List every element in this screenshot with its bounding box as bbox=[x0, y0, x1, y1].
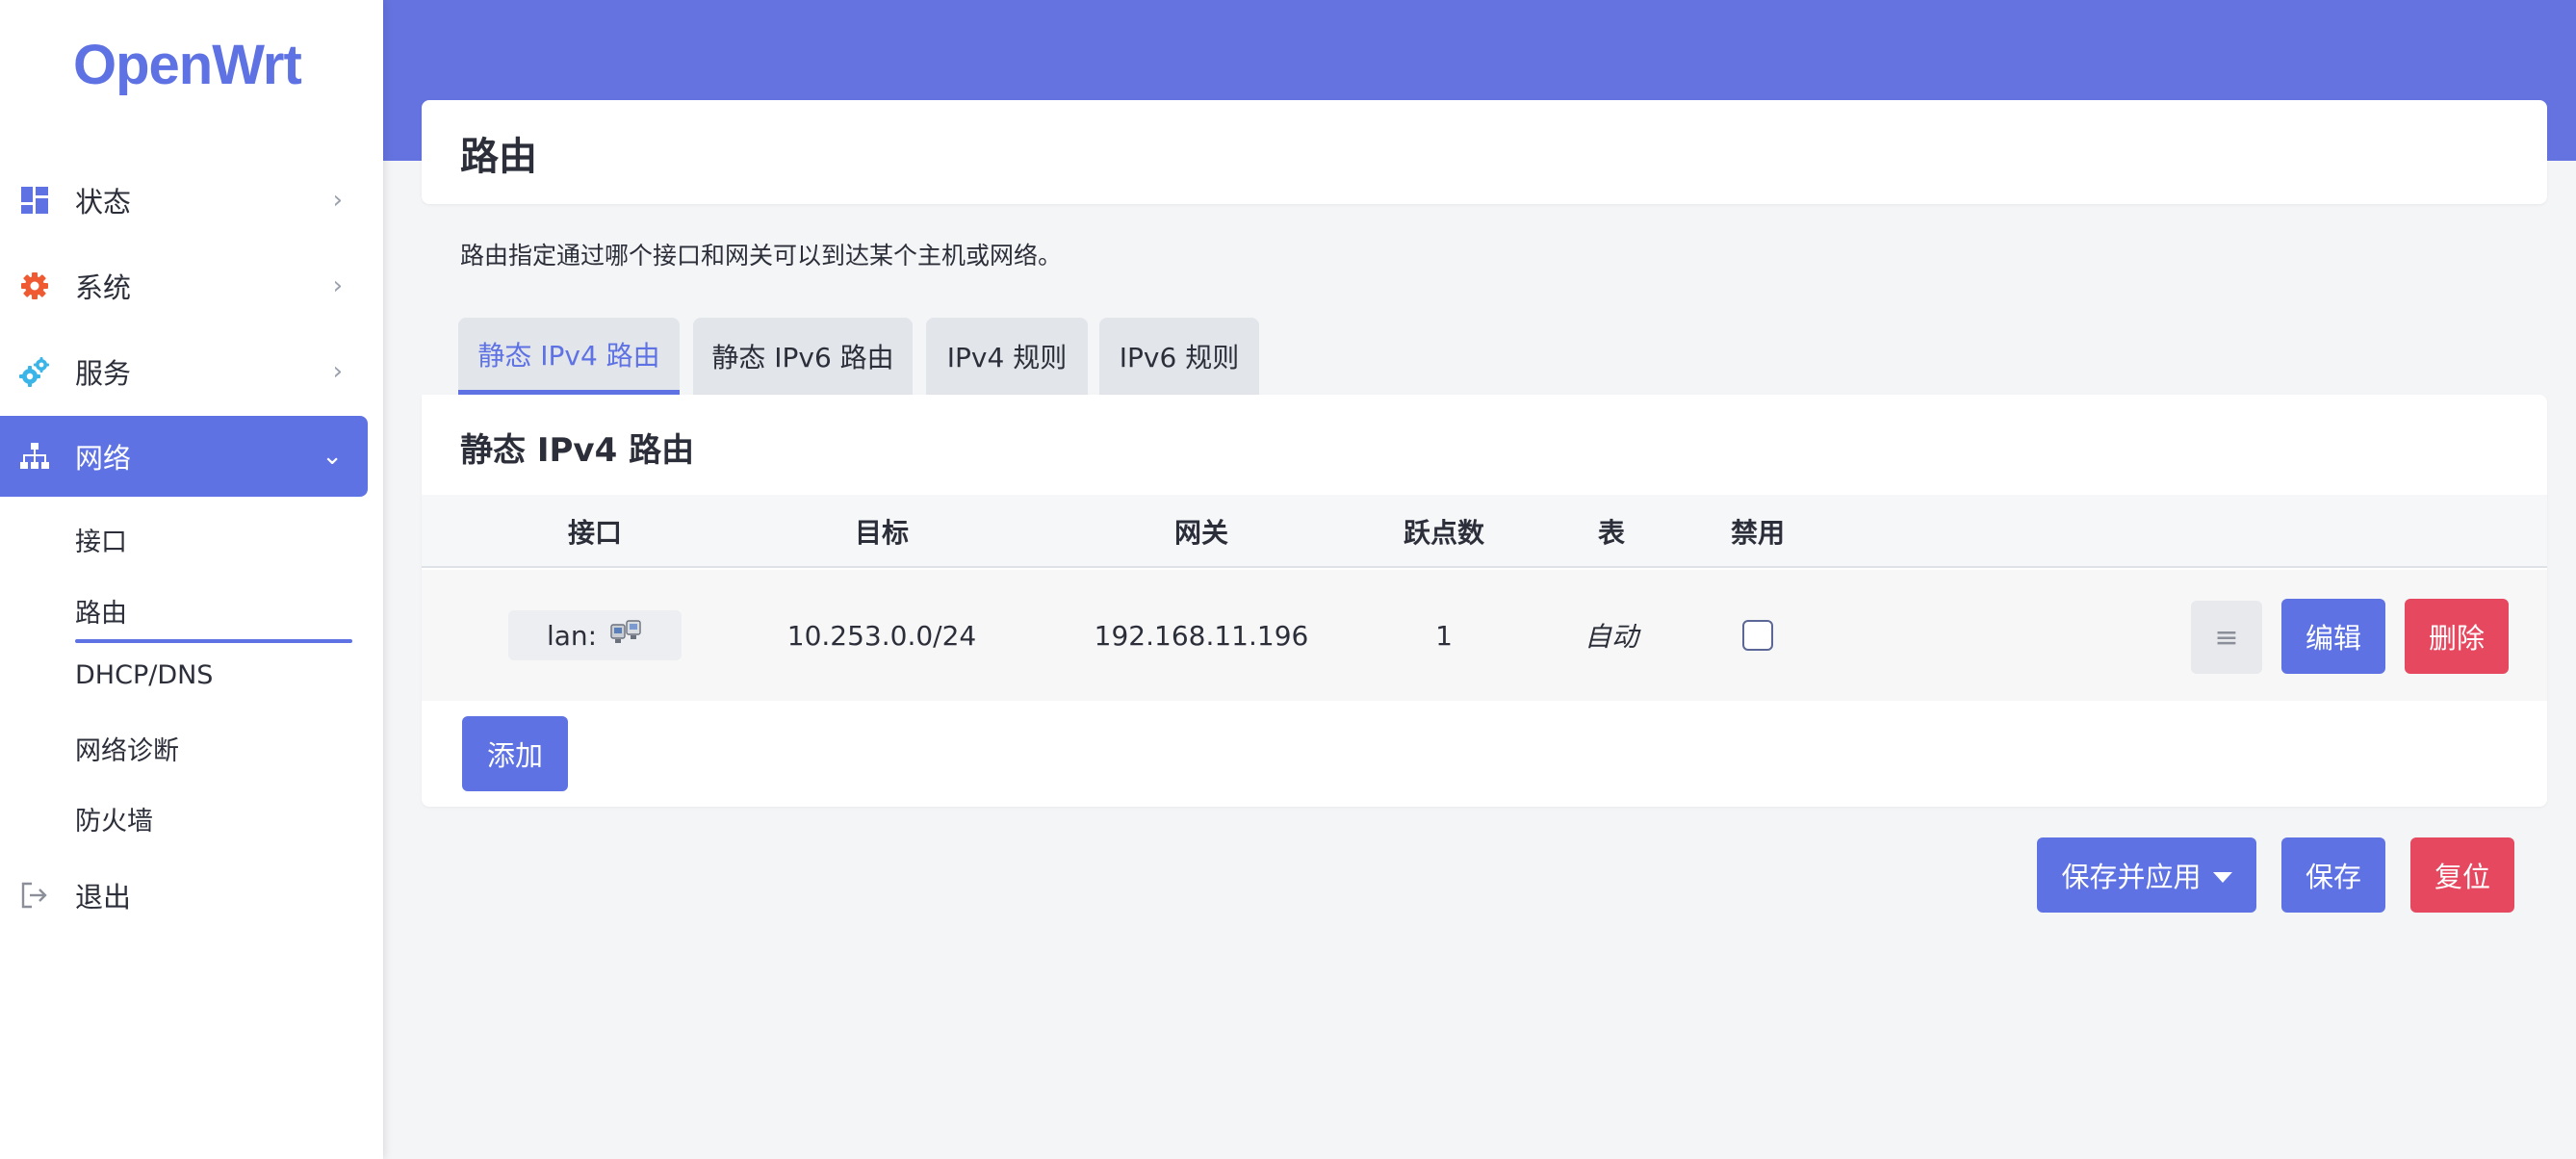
save-apply-label: 保存并应用 bbox=[2061, 861, 2202, 893]
section-title: 静态 IPv4 路由 bbox=[460, 431, 695, 470]
sidebar-item-logout[interactable]: 退出 bbox=[0, 855, 368, 936]
brand-logo[interactable]: OpenWrt bbox=[73, 33, 302, 97]
delete-button[interactable]: 删除 bbox=[2405, 599, 2509, 674]
sidebar-item-services[interactable]: 服务 › bbox=[0, 331, 368, 412]
save-apply-button[interactable]: 保存并应用 bbox=[2037, 837, 2256, 913]
table-header: 接口 目标 网关 跃点数 表 禁用 bbox=[422, 495, 2547, 568]
caret-down-icon bbox=[2212, 871, 2232, 883]
gear-icon bbox=[19, 270, 50, 301]
sidebar-subitem-interfaces[interactable]: 接口 bbox=[75, 521, 127, 558]
sidebar: OpenWrt 状态 › 系统 › 服务 › 网络 ⌄ 接口 路由 DHCP/D… bbox=[0, 0, 383, 1159]
column-header-interface: 接口 bbox=[567, 517, 622, 549]
chevron-down-icon: ⌄ bbox=[322, 442, 343, 471]
sidebar-subitem-routes[interactable]: 路由 bbox=[75, 592, 127, 630]
page-description: 路由指定通过哪个接口和网关可以到达某个主机或网络。 bbox=[460, 242, 1063, 270]
tab-ipv6-rules[interactable]: IPv6 规则 bbox=[1099, 318, 1259, 395]
edit-button[interactable]: 编辑 bbox=[2281, 599, 2385, 674]
reset-button[interactable]: 复位 bbox=[2410, 837, 2514, 913]
interface-badge: lan: bbox=[508, 610, 682, 660]
column-header-disabled: 禁用 bbox=[1730, 517, 1785, 549]
sidebar-item-label: 系统 bbox=[75, 271, 132, 304]
chevron-right-icon: › bbox=[332, 357, 343, 386]
tab-static-ipv4-routes[interactable]: 静态 IPv4 路由 bbox=[458, 318, 680, 395]
sidebar-item-network[interactable]: 网络 ⌄ bbox=[0, 416, 368, 497]
services-gear-icon bbox=[19, 356, 50, 387]
table-row: lan: 10.253.0.0/24 192.168.11.196 1 自动 ≡… bbox=[422, 570, 2547, 701]
page-title-card: 路由 bbox=[422, 100, 2547, 204]
sidebar-item-label: 状态 bbox=[75, 186, 132, 219]
page-title: 路由 bbox=[460, 135, 537, 179]
column-header-target: 目标 bbox=[854, 517, 909, 549]
add-button[interactable]: 添加 bbox=[462, 716, 568, 791]
logout-icon bbox=[19, 880, 50, 911]
column-header-metric: 跃点数 bbox=[1403, 517, 1484, 549]
target-cell: 10.253.0.0/24 bbox=[786, 619, 977, 652]
metric-cell: 1 bbox=[1435, 619, 1453, 652]
interface-cell: lan: bbox=[499, 570, 691, 701]
disabled-checkbox[interactable] bbox=[1742, 620, 1773, 651]
tab-static-ipv6-routes[interactable]: 静态 IPv6 路由 bbox=[693, 318, 913, 395]
dashboard-icon bbox=[19, 185, 50, 216]
gateway-cell: 192.168.11.196 bbox=[1094, 619, 1309, 652]
disabled-cell bbox=[1662, 570, 1854, 701]
routes-section: 静态 IPv4 路由 接口 目标 网关 跃点数 表 禁用 lan: 10.253… bbox=[422, 395, 2547, 807]
sidebar-item-label: 网络 bbox=[75, 442, 132, 475]
active-subitem-indicator bbox=[75, 639, 352, 643]
column-header-gateway: 网关 bbox=[1173, 517, 1228, 549]
sidebar-item-system[interactable]: 系统 › bbox=[0, 245, 368, 326]
chevron-right-icon: › bbox=[332, 271, 343, 300]
sidebar-item-label: 退出 bbox=[75, 881, 132, 914]
save-button[interactable]: 保存 bbox=[2281, 837, 2385, 913]
chevron-right-icon: › bbox=[332, 186, 343, 215]
sidebar-subitem-dhcp-dns[interactable]: DHCP/DNS bbox=[75, 660, 213, 690]
network-icon bbox=[19, 441, 50, 472]
sidebar-item-status[interactable]: 状态 › bbox=[0, 160, 368, 241]
sidebar-subitem-firewall[interactable]: 防火墙 bbox=[75, 800, 153, 837]
drag-sort-handle[interactable]: ≡ bbox=[2191, 601, 2262, 674]
sidebar-subitem-diagnostics[interactable]: 网络诊断 bbox=[75, 730, 179, 767]
sidebar-item-label: 服务 bbox=[75, 357, 132, 390]
tab-ipv4-rules[interactable]: IPv4 规则 bbox=[926, 318, 1088, 395]
interface-name: lan: bbox=[546, 619, 598, 652]
network-port-icon bbox=[610, 619, 643, 653]
